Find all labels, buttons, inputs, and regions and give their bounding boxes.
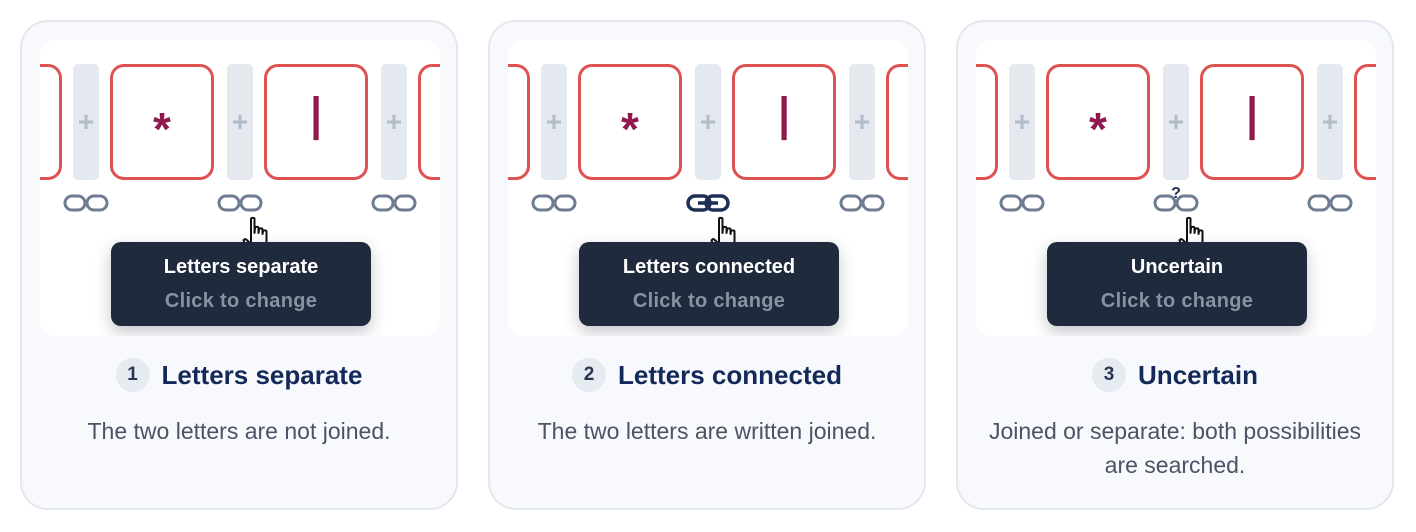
gap-slot[interactable]: + — [1009, 64, 1035, 180]
unlinked-icon — [63, 194, 109, 212]
plus-icon: + — [385, 106, 403, 137]
step-number-badge: 3 — [1092, 358, 1127, 392]
link-toggle-connected[interactable] — [684, 192, 732, 214]
link-toggle-separate[interactable] — [1306, 192, 1354, 214]
step-number-badge: 2 — [572, 358, 607, 392]
gap-slot[interactable]: + — [381, 64, 407, 180]
tooltip: Uncertain Click to change — [1047, 242, 1307, 326]
plus-icon: + — [853, 106, 871, 137]
unlinked-icon — [1307, 194, 1353, 212]
card-description: The two letters are not joined. — [87, 418, 391, 444]
wildcard-glyph: * — [153, 103, 171, 155]
link-toggle-separate[interactable] — [216, 192, 264, 214]
gap-slot[interactable]: + — [227, 64, 253, 180]
gap-slot[interactable]: + — [1163, 64, 1189, 180]
card-title: Uncertain — [1138, 359, 1258, 390]
gap-slot[interactable]: + — [849, 64, 875, 180]
card-letters-separate: + * + ا + Letters separate Click to chan… — [20, 20, 458, 510]
letter-box-alif[interactable]: ا — [732, 64, 836, 180]
unlinked-icon — [999, 194, 1045, 212]
unlinked-icon — [371, 194, 417, 212]
letter-box-edge-right[interactable] — [1354, 64, 1376, 180]
letter-box-edge-left[interactable] — [40, 64, 62, 180]
question-mark-icon: ? — [1171, 185, 1181, 202]
plus-icon: + — [1013, 106, 1031, 137]
gap-slot[interactable]: + — [73, 64, 99, 180]
letter-box-wildcard[interactable]: * — [1046, 64, 1150, 180]
tooltip: Letters separate Click to change — [111, 242, 371, 326]
tooltip-hint: Click to change — [1100, 290, 1254, 312]
card-letters-connected: + * + ا + Letters connected Click to cha… — [488, 20, 926, 510]
tooltip-title: Letters connected — [622, 256, 796, 278]
plus-icon: + — [77, 106, 95, 137]
link-toggle-uncertain[interactable]: ? — [1152, 185, 1200, 214]
step-number-badge: 1 — [115, 358, 150, 392]
link-toggle-separate[interactable] — [998, 192, 1046, 214]
tooltip-hint: Click to change — [164, 290, 318, 312]
card-title: Letters separate — [161, 359, 363, 390]
gap-slot[interactable]: + — [695, 64, 721, 180]
chain-link-icon — [686, 194, 730, 212]
tooltip: Letters connected Click to change — [579, 242, 839, 326]
letter-preview: + * + ا + — [508, 40, 908, 336]
unlinked-icon — [217, 194, 263, 212]
letter-preview: + * + ا + — [40, 40, 440, 336]
card-title: Letters connected — [618, 359, 842, 390]
link-toggle-separate[interactable] — [62, 192, 110, 214]
plus-icon: + — [699, 106, 717, 137]
gap-slot[interactable]: + — [541, 64, 567, 180]
link-toggle-separate[interactable] — [370, 192, 418, 214]
plus-icon: + — [231, 106, 249, 137]
link-toggle-separate[interactable] — [838, 192, 886, 214]
card-heading: 2 Letters connected — [490, 358, 924, 392]
plus-icon: + — [1321, 106, 1339, 137]
tooltip-title: Letters separate — [163, 256, 319, 278]
tooltip-title: Uncertain — [1130, 256, 1224, 278]
wildcard-glyph: * — [621, 103, 639, 155]
letter-box-alif[interactable]: ا — [264, 64, 368, 180]
letter-preview: + * + ا + ? Uncertain Click to change — [976, 40, 1376, 336]
letter-box-edge-left[interactable] — [976, 64, 998, 180]
card-description: The two letters are written joined. — [537, 418, 877, 444]
letter-box-edge-right[interactable] — [418, 64, 440, 180]
wildcard-glyph: * — [1089, 103, 1107, 155]
letter-box-edge-left[interactable] — [508, 64, 530, 180]
gap-slot[interactable]: + — [1317, 64, 1343, 180]
card-heading: 3 Uncertain — [958, 358, 1392, 392]
letter-box-wildcard[interactable]: * — [110, 64, 214, 180]
letter-box-alif[interactable]: ا — [1200, 64, 1304, 180]
alif-glyph: ا — [1243, 86, 1261, 154]
alif-glyph: ا — [307, 86, 325, 154]
card-uncertain: + * + ا + ? Uncertain Click to change 3 … — [956, 20, 1394, 510]
unlinked-icon — [839, 194, 885, 212]
alif-glyph: ا — [775, 86, 793, 154]
plus-icon: + — [1167, 106, 1185, 137]
letter-box-wildcard[interactable]: * — [578, 64, 682, 180]
card-heading: 1 Letters separate — [22, 358, 456, 392]
tooltip-hint: Click to change — [632, 290, 786, 312]
card-description: Joined or separate: both possibilities a… — [988, 418, 1362, 478]
letter-box-edge-right[interactable] — [886, 64, 908, 180]
link-toggle-separate[interactable] — [530, 192, 578, 214]
unlinked-icon — [531, 194, 577, 212]
plus-icon: + — [545, 106, 563, 137]
